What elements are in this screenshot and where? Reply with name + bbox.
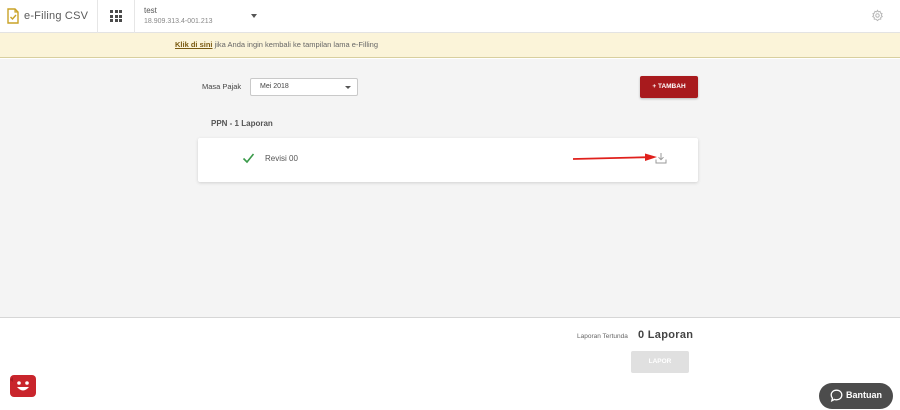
apps-grid-icon[interactable]: [110, 10, 122, 22]
legacy-view-link[interactable]: Klik di sini: [175, 40, 213, 49]
app-title[interactable]: e-Filing CSV: [24, 10, 88, 22]
notice-text: Klik di sini jika Anda ingin kembali ke …: [175, 40, 378, 49]
divider: [134, 0, 135, 33]
help-button[interactable]: Bantuan: [819, 383, 893, 409]
account-npwp[interactable]: 18.909.313.4-001.213: [144, 18, 213, 25]
chat-bubble-icon: [830, 389, 843, 402]
divider: [97, 0, 98, 33]
section-title: PPN - 1 Laporan: [211, 119, 273, 128]
main-content: Masa Pajak Mei 2018 + TAMBAH PPN - 1 Lap…: [0, 59, 900, 318]
legacy-view-notice: Klik di sini jika Anda ingin kembali ke …: [0, 33, 900, 58]
add-report-button[interactable]: + TAMBAH: [640, 76, 698, 98]
submit-report-button[interactable]: LAPOR: [631, 351, 689, 373]
mascot-chat-icon[interactable]: [9, 374, 37, 398]
help-label: Bantuan: [846, 390, 882, 400]
app-logo-icon[interactable]: [6, 8, 20, 24]
notice-message: jika Anda ingin kembali ke tampilan lama…: [212, 40, 379, 49]
download-icon[interactable]: [655, 152, 667, 164]
report-revision-label: Revisi 00: [265, 154, 298, 163]
chevron-down-icon[interactable]: [251, 14, 257, 18]
tax-period-value: Mei 2018: [260, 83, 289, 90]
pending-reports-label: Laporan Tertunda: [577, 333, 628, 340]
pending-reports-value: 0 Laporan: [638, 329, 694, 341]
footer: Laporan Tertunda 0 Laporan LAPOR Bantuan: [0, 319, 900, 410]
check-icon: [242, 153, 255, 164]
account-name[interactable]: test: [144, 6, 157, 15]
chevron-down-icon: [345, 86, 351, 89]
tax-period-select[interactable]: Mei 2018: [250, 78, 358, 96]
top-bar: e-Filing CSV test 18.909.313.4-001.213: [0, 0, 900, 33]
annotation-arrow-icon: [573, 153, 657, 161]
report-card: Revisi 00: [198, 138, 698, 182]
gear-icon[interactable]: [871, 9, 884, 22]
tax-period-label: Masa Pajak: [202, 82, 242, 91]
